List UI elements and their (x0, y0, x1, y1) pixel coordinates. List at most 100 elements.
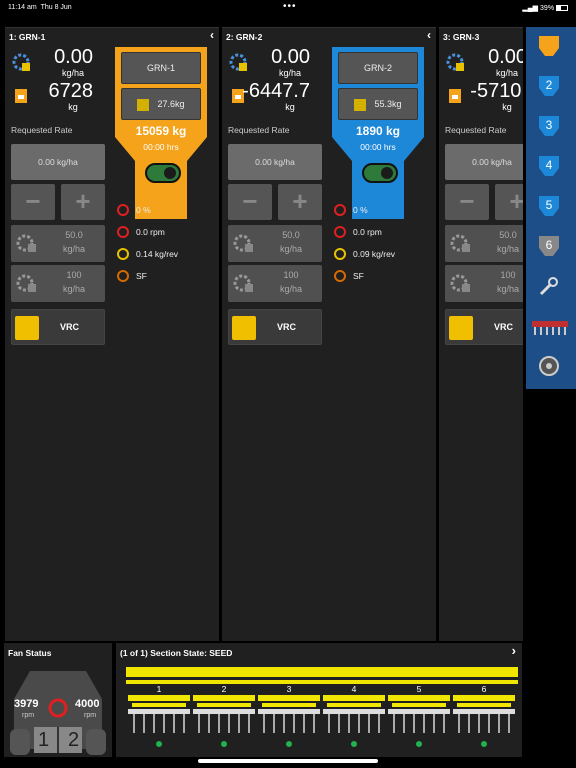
section-label: 5 (416, 684, 422, 694)
section-1[interactable]: 1 (128, 683, 190, 753)
decrease-rate-button[interactable]: − (11, 184, 55, 220)
fan-right-value: 4000 (75, 698, 100, 710)
vrc-label: VRC (60, 322, 80, 332)
weight-value: -5710. (470, 80, 523, 102)
sidebar-bin-label: 2 (545, 78, 553, 92)
increase-rate-button[interactable]: + (278, 184, 322, 220)
sidebar-bin-2[interactable]: 2 (538, 75, 560, 97)
metering-toggle[interactable] (362, 163, 398, 183)
preset-rate-1-button[interactable]: 50.0 kg/ha (228, 225, 322, 262)
section-openers-icon (193, 695, 255, 733)
sidebar-bin-label: 6 (545, 238, 553, 252)
product-panel-2: 2: GRN-2 ‹ 0.00 kg/ha -6447.7 kg Requested Rat… (222, 27, 436, 641)
increase-rate-button[interactable]: + (495, 184, 523, 220)
section-label: 4 (351, 684, 357, 694)
preset-value: 50.0 (499, 230, 517, 240)
stat-value-1: 0 % (353, 205, 368, 215)
sidebar-bin-label: 3 (545, 118, 553, 132)
status-right: ▂▄▆ 39% (522, 4, 568, 12)
section-2[interactable]: 2 (193, 683, 255, 753)
preset-value: 100 (500, 270, 516, 280)
requested-rate-field[interactable]: 0.00 kg/ha (228, 144, 322, 180)
decrease-rate-button[interactable]: − (445, 184, 489, 220)
preset-rate-2-button[interactable]: 100 kg/ha (11, 265, 105, 302)
preset-unit: kg/ha (62, 284, 86, 294)
product-panel-1: 1: GRN-1 ‹ 0.00 kg/ha 6728 kg Requested Rate 0.… (5, 27, 219, 641)
preset-value: 100 (283, 270, 299, 280)
section-status-dot (221, 741, 227, 747)
section-6[interactable]: 6 (453, 683, 515, 753)
decrease-rate-button[interactable]: − (228, 184, 272, 220)
stat-value-3: 0.09 kg/rev (353, 249, 396, 259)
sidebar: 1 2 3 4 5 6 (526, 27, 576, 389)
home-indicator[interactable] (198, 759, 378, 763)
preset-rate-2-button[interactable]: 100 kg/ha (445, 265, 523, 302)
sidebar-bin-6[interactable]: 6 (538, 235, 560, 257)
requested-rate-field[interactable]: 0.00 kg/ha (445, 144, 523, 180)
section-4[interactable]: 4 (323, 683, 385, 753)
fan-icon[interactable] (538, 355, 560, 377)
more-dots-icon[interactable]: ••• (283, 1, 297, 12)
collapse-chevron-icon[interactable]: ‹ (427, 28, 431, 42)
rate-value: 0.00 (271, 46, 310, 68)
metering-toggle[interactable] (145, 163, 181, 183)
collapse-chevron-icon[interactable]: ‹ (210, 28, 214, 42)
weight-value: -6447.7 (242, 80, 310, 102)
vrc-button[interactable]: VRC (228, 309, 322, 345)
preset-unit: kg/ha (279, 284, 303, 294)
sidebar-bin-1[interactable]: 1 (538, 35, 560, 57)
stat-value-4: SF (136, 271, 147, 281)
preset-value: 100 (66, 270, 82, 280)
preset-rate-1-button[interactable]: 50.0 kg/ha (11, 225, 105, 262)
section-openers-icon (388, 695, 450, 733)
rate-value: 0.00 (54, 46, 93, 68)
weight-value: 6728 (48, 80, 94, 102)
preset-value: 50.0 (282, 230, 300, 240)
panel-title: 2: GRN-2 (226, 32, 263, 42)
sidebar-bin-4[interactable]: 4 (538, 155, 560, 177)
scale-icon (354, 98, 367, 111)
rate-unit: kg/ha (495, 68, 519, 78)
stat-value-2: 0.0 rpm (353, 227, 382, 237)
section-3[interactable]: 3 (258, 683, 320, 753)
requested-rate-field[interactable]: 0.00 kg/ha (11, 144, 105, 180)
increase-rate-button[interactable]: + (61, 184, 105, 220)
scale-icon (137, 98, 150, 111)
map-icon (449, 316, 473, 340)
battery-text: 39% (540, 5, 555, 12)
fan-pressure-icon (117, 204, 129, 216)
section-next-chevron-icon[interactable]: › (512, 643, 516, 658)
rate-value: 0.00 (488, 46, 523, 68)
preset-rate-1-button[interactable]: 50.0 kg/ha (445, 225, 523, 262)
fan-status-panel: Fan Status 3979 rpm 4000 rpm 1 2 (4, 643, 112, 757)
vrc-button[interactable]: VRC (11, 309, 105, 345)
preset-unit: kg/ha (62, 244, 86, 254)
tank-name-button[interactable]: GRN-1 (121, 52, 201, 84)
section-openers-icon (128, 695, 190, 733)
stat-value-3: 0.14 kg/rev (136, 249, 179, 259)
preset-rate-2-button[interactable]: 100 kg/ha (228, 265, 322, 302)
section-label: 2 (221, 684, 227, 694)
fan-left-unit: rpm (22, 712, 35, 719)
seeder-bar-icon[interactable] (531, 315, 569, 337)
tank-weight-value: 27.6kg (157, 99, 185, 109)
tank-weight-value: 55.3kg (374, 99, 402, 109)
calibration-icon (117, 248, 129, 260)
tank-weight-button[interactable]: 27.6kg (121, 88, 201, 120)
section-status-dot (156, 741, 162, 747)
sidebar-bin-3[interactable]: 3 (538, 115, 560, 137)
preset-gear-icon (450, 234, 470, 252)
tank-name-button[interactable]: GRN-2 (338, 52, 418, 84)
stat-value-2: 0.0 rpm (136, 227, 165, 237)
tank-weight-button[interactable]: 55.3kg (338, 88, 418, 120)
requested-rate-label: Requested Rate (11, 125, 73, 135)
seed-funnel-icon (334, 270, 346, 282)
wrench-settings-icon[interactable] (538, 275, 560, 297)
calibration-icon (334, 248, 346, 260)
vrc-label: VRC (277, 322, 297, 332)
sidebar-bin-5[interactable]: 5 (538, 195, 560, 217)
vrc-button[interactable]: VRC (445, 309, 523, 345)
tank-indicator: GRN-2 55.3kg 1890 kg 00:00 hrs (330, 45, 426, 221)
section-status-dot (416, 741, 422, 747)
section-5[interactable]: 5 (388, 683, 450, 753)
